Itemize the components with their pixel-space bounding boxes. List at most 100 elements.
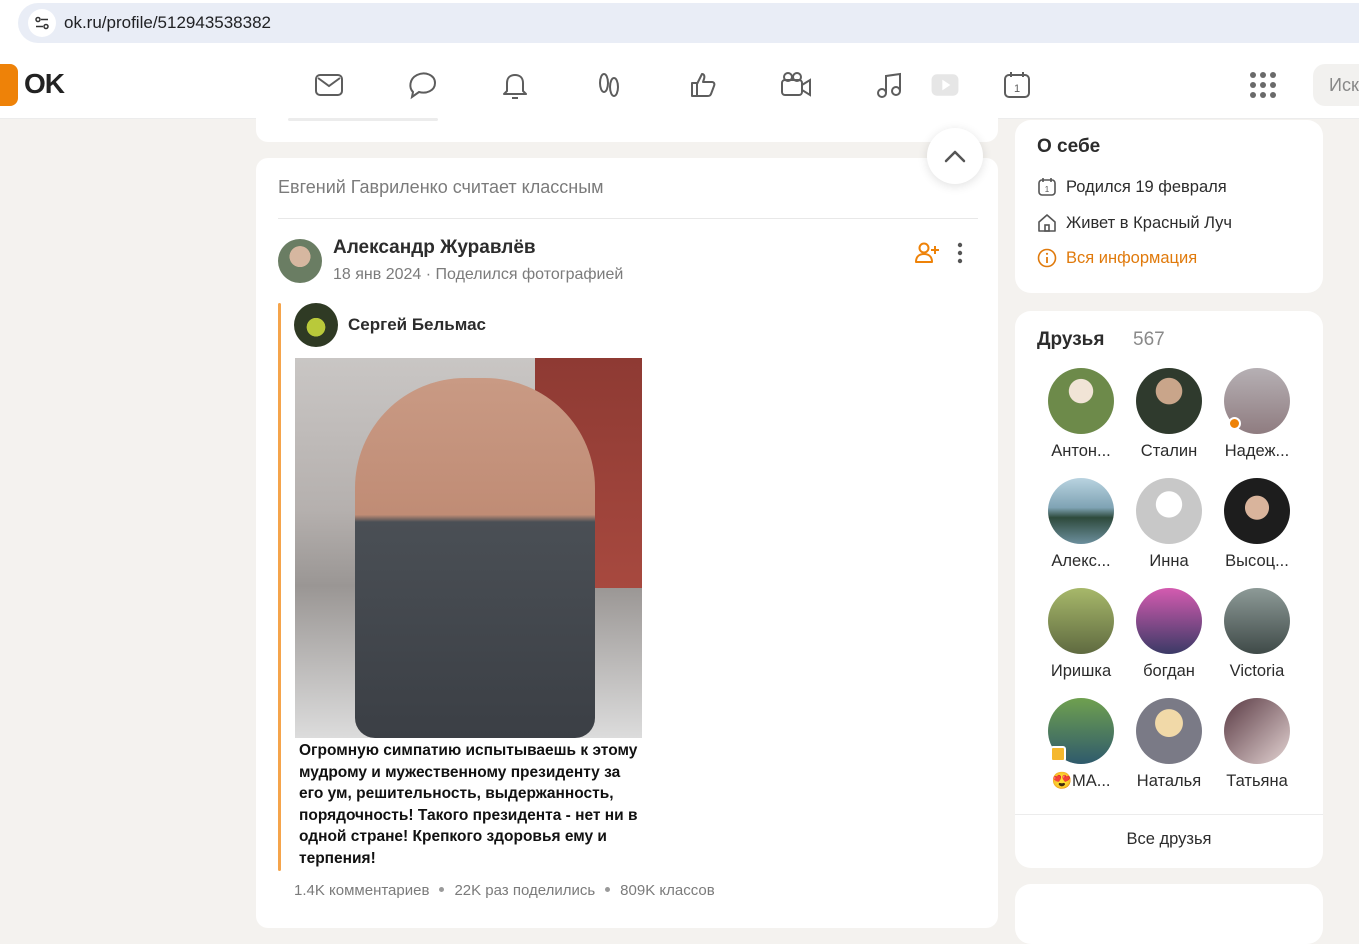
meta-separator: · [425,266,436,283]
divider [278,218,978,219]
friend-name[interactable]: Надеж... [1213,442,1301,461]
avatar[interactable] [1048,588,1114,654]
avatar[interactable] [1224,698,1290,764]
vip-badge-icon [1050,746,1066,762]
avatar[interactable] [1224,478,1290,544]
repost-author-name[interactable]: Сергей Бельмас [348,315,486,335]
repost-author-avatar[interactable] [294,303,338,347]
svg-text:1: 1 [1014,83,1020,95]
friend-item[interactable]: Наталья [1125,698,1213,791]
post-action: Поделился фотографией [435,266,624,283]
about-title: О себе [1037,136,1101,157]
post-stats: 1.4K комментариев 22K раз поделились 809K … [294,882,715,899]
friend-name[interactable]: Алекс... [1037,552,1125,571]
all-info-link[interactable]: Вся информация [1037,247,1197,269]
address-bar[interactable]: ok.ru/profile/512943538382 [18,3,1359,43]
avatar[interactable] [1136,368,1202,434]
avatar[interactable] [1224,368,1290,434]
friend-item[interactable]: Татьяна [1213,698,1301,791]
city-text: Живет в Красный Луч [1066,213,1232,232]
about-card: О себе 1 Родился 19 февраля Живет в Крас… [1015,120,1323,293]
browser-toolbar: ok.ru/profile/512943538382 [0,0,1359,52]
friends-count: 567 [1133,329,1165,350]
friend-name[interactable]: Иришка [1037,662,1125,681]
avatar[interactable] [1224,588,1290,654]
post-author-name[interactable]: Александр Журавлёв [333,237,536,259]
logo-text[interactable]: OK [24,68,65,100]
calendar-icon: 1 [1037,177,1057,197]
author-avatar[interactable] [278,239,322,283]
friend-name[interactable]: Татьяна [1213,772,1301,791]
avatar[interactable] [1048,478,1114,544]
likes-count[interactable]: 809K классов [620,882,715,899]
avatar[interactable] [1048,368,1114,434]
music-icon[interactable] [872,68,906,102]
likes-icon[interactable] [686,68,720,102]
notifications-icon[interactable] [498,68,532,102]
friends-title[interactable]: Друзья [1037,329,1104,351]
previous-post-card [256,118,998,142]
friend-item[interactable]: Алекс... [1037,478,1125,571]
avatar[interactable] [1136,478,1202,544]
video-icon[interactable] [928,68,962,102]
friend-item[interactable]: Инна [1125,478,1213,571]
comments-count[interactable]: 1.4K комментариев [294,882,429,899]
city-row: Живет в Красный Луч [1037,212,1232,234]
more-options-icon[interactable] [950,240,970,266]
friend-name[interactable]: Инна [1125,552,1213,571]
online-status-dot [1228,417,1241,430]
friends-card: Друзья 567 Антон... Сталин Надеж... Алек… [1015,311,1323,868]
post-meta: 18 янв 2024 · Поделился фотографией [333,266,623,284]
friend-item[interactable]: Сталин [1125,368,1213,461]
avatar[interactable] [1048,698,1114,764]
photo-subject [355,378,595,738]
next-sidebar-card [1015,884,1323,944]
photo [295,358,642,738]
friend-name[interactable]: Высоц... [1213,552,1301,571]
svg-text:1: 1 [1045,185,1050,194]
guests-icon[interactable] [592,68,626,102]
scroll-to-top-button[interactable] [927,128,983,184]
friend-item[interactable]: богдан [1125,588,1213,681]
top-navigation: OK 1 Иск [0,52,1359,119]
add-friend-icon[interactable] [914,240,940,266]
friend-name[interactable]: Victoria [1213,662,1301,681]
shares-count[interactable]: 22K раз поделились [454,882,595,899]
avatar[interactable] [1136,698,1202,764]
url-text[interactable]: ok.ru/profile/512943538382 [64,13,271,33]
post-date: 18 янв 2024 [333,266,422,283]
divider [1015,814,1323,815]
birthday-row: 1 Родился 19 февраля [1037,176,1227,198]
friend-item[interactable]: Надеж... [1213,368,1301,461]
site-settings-icon[interactable] [28,9,56,37]
friend-name[interactable]: Сталин [1125,442,1213,461]
friend-item[interactable]: Иришка [1037,588,1125,681]
friend-name[interactable]: 😍МА... [1037,772,1125,791]
stats-separator [605,887,611,892]
discussions-icon[interactable] [406,68,440,102]
friend-name[interactable]: богдан [1125,662,1213,681]
feed-post-card: Евгений Гавриленко считает классным Алек… [256,158,998,928]
friend-item[interactable]: Высоц... [1213,478,1301,571]
apps-grid-icon[interactable] [1248,70,1278,100]
search-input[interactable]: Иск [1313,64,1359,106]
all-info-text[interactable]: Вся информация [1066,249,1197,268]
friend-name[interactable]: Наталья [1125,772,1213,791]
all-friends-button[interactable]: Все друзья [1015,830,1323,849]
repost-indicator-line [278,303,281,871]
mail-icon[interactable] [312,68,346,102]
info-icon [1037,248,1057,268]
stats-separator [439,887,445,892]
friend-item[interactable]: Антон... [1037,368,1125,461]
ok-logo-icon[interactable] [0,64,18,106]
home-icon [1037,213,1057,233]
friend-item[interactable]: Victoria [1213,588,1301,681]
friend-item[interactable]: 😍МА... [1037,698,1125,791]
avatar[interactable] [1136,588,1202,654]
feed-activity-header[interactable]: Евгений Гавриленко считает классным [278,177,604,198]
video-call-icon[interactable] [779,68,813,102]
friend-name[interactable]: Антон... [1037,442,1125,461]
previous-post-button-edge [288,118,438,121]
calendar-icon[interactable]: 1 [1000,68,1034,102]
post-image[interactable]: Огромную симпатию испытываешь к этому му… [295,358,642,868]
